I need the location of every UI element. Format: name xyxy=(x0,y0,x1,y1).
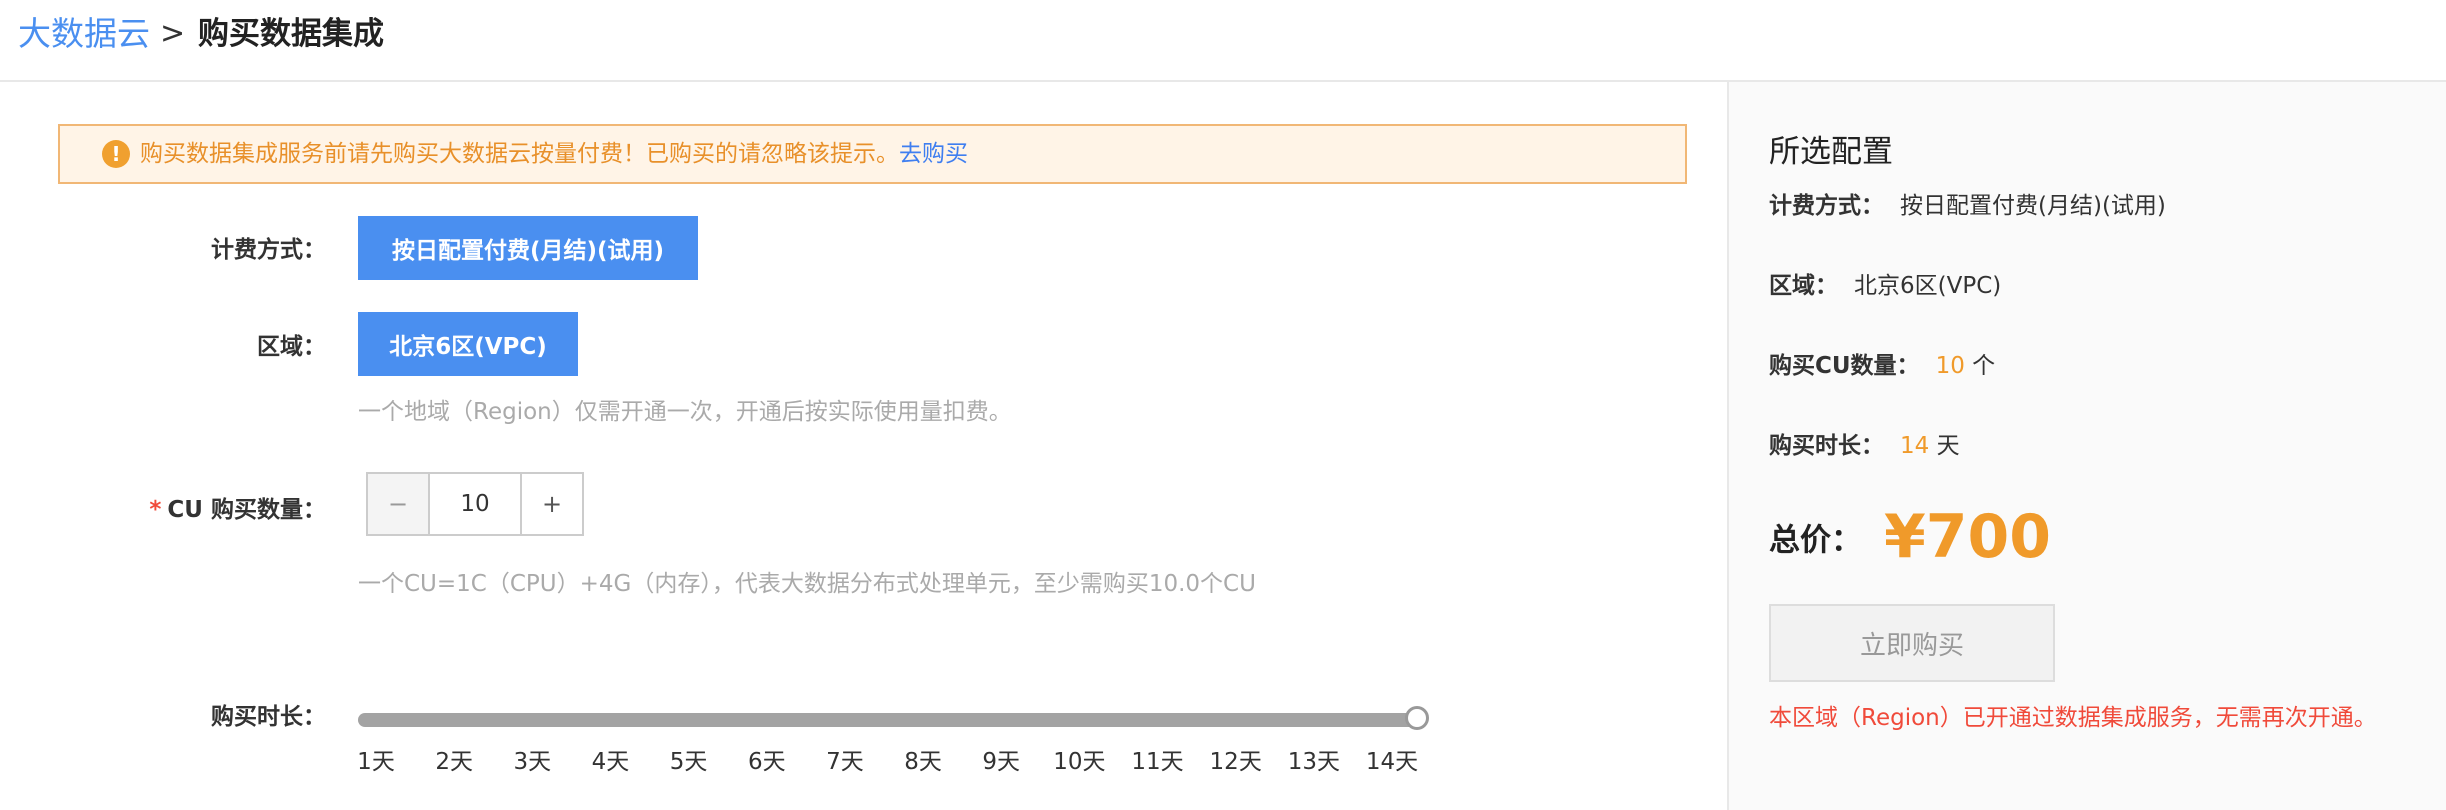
duration-tick-label[interactable]: 12天 xyxy=(1210,742,1262,776)
cu-label-text: CU 购买数量： xyxy=(167,497,326,523)
region-option-button[interactable]: 北京6区(VPC) xyxy=(358,312,578,376)
cu-hint: 一个CU=1C（CPU）+4G（内存），代表大数据分布式处理单元，至少需购买10… xyxy=(358,571,1256,597)
duration-tick-label[interactable]: 9天 xyxy=(982,742,1020,776)
top-header: 大数据云 > 购买数据集成 xyxy=(0,0,2446,82)
cu-quantity-stepper: − + xyxy=(366,472,584,536)
duration-label: 购买时长： xyxy=(211,704,326,730)
summary-region-key: 区域： xyxy=(1769,273,1838,299)
total-price-row: 总价： ¥700 xyxy=(1769,502,2051,572)
summary-duration-row: 购买时长： 14 天 xyxy=(1769,426,1960,460)
duration-tick-label[interactable]: 10天 xyxy=(1053,742,1105,776)
summary-duration-key: 购买时长： xyxy=(1769,433,1884,459)
go-buy-link[interactable]: 去购买 xyxy=(899,141,968,167)
region-enabled-note: 本区域（Region）已开通过数据集成服务，无需再次开通。 xyxy=(1769,705,2377,731)
required-mark: * xyxy=(149,497,162,523)
warning-alert: ! 购买数据集成服务前请先购买大数据云按量付费！已购买的请忽略该提示。去购买 xyxy=(58,124,1687,184)
summary-cu-unit: 个 xyxy=(1972,353,1996,379)
summary-duration-unit: 天 xyxy=(1936,433,1960,459)
duration-tick-label[interactable]: 2天 xyxy=(435,742,473,776)
summary-billing-row: 计费方式： 按日配置付费(月结)(试用) xyxy=(1769,186,2166,220)
decrement-button[interactable]: − xyxy=(368,474,430,534)
summary-cu-value: 10 xyxy=(1935,353,1965,379)
increment-button[interactable]: + xyxy=(520,474,582,534)
duration-tick-label[interactable]: 11天 xyxy=(1131,742,1183,776)
billing-option-button[interactable]: 按日配置付费(月结)(试用) xyxy=(358,216,698,280)
region-hint: 一个地域（Region）仅需开通一次，开通后按实际使用量扣费。 xyxy=(358,399,1012,425)
total-label: 总价： xyxy=(1769,522,1862,559)
duration-slider-handle[interactable] xyxy=(1405,706,1429,730)
duration-tick-label[interactable]: 7天 xyxy=(826,742,864,776)
region-label: 区域： xyxy=(257,334,326,360)
alert-message: 购买数据集成服务前请先购买大数据云按量付费！已购买的请忽略该提示。 xyxy=(140,141,899,167)
breadcrumb-home-link[interactable]: 大数据云 xyxy=(18,12,150,56)
summary-billing-value: 按日配置付费(月结)(试用) xyxy=(1900,193,2166,219)
summary-title: 所选配置 xyxy=(1769,134,1893,170)
duration-tick-label[interactable]: 14天 xyxy=(1366,742,1418,776)
chevron-right-icon: > xyxy=(160,16,186,51)
summary-panel: 所选配置 计费方式： 按日配置付费(月结)(试用) 区域： 北京6区(VPC) 购买… xyxy=(1727,82,2446,810)
summary-billing-key: 计费方式： xyxy=(1769,193,1884,219)
billing-label: 计费方式： xyxy=(211,237,326,263)
summary-cu-row: 购买CU数量： 10 个 xyxy=(1769,346,1995,380)
alert-text: 购买数据集成服务前请先购买大数据云按量付费！已购买的请忽略该提示。去购买 xyxy=(140,138,968,170)
exclamation-circle-icon: ! xyxy=(102,140,130,168)
duration-tick-label[interactable]: 4天 xyxy=(592,742,630,776)
duration-tick-label[interactable]: 3天 xyxy=(513,742,551,776)
total-price: ¥700 xyxy=(1884,502,2051,572)
duration-tick-label[interactable]: 13天 xyxy=(1288,742,1340,776)
summary-region-value: 北京6区(VPC) xyxy=(1854,273,2002,299)
cu-quantity-label: * CU 购买数量： xyxy=(0,490,326,524)
page-title: 购买数据集成 xyxy=(198,16,384,52)
cu-quantity-input[interactable] xyxy=(430,474,520,534)
summary-region-row: 区域： 北京6区(VPC) xyxy=(1769,266,2001,300)
duration-tick-label[interactable]: 1天 xyxy=(357,742,395,776)
summary-cu-key: 购买CU数量： xyxy=(1769,353,1920,379)
duration-tick-label[interactable]: 8天 xyxy=(904,742,942,776)
duration-tick-label[interactable]: 5天 xyxy=(670,742,708,776)
duration-tick-label[interactable]: 6天 xyxy=(748,742,786,776)
summary-duration-value: 14 xyxy=(1900,433,1930,459)
buy-now-button[interactable]: 立即购买 xyxy=(1769,604,2055,682)
duration-slider-track[interactable] xyxy=(358,713,1418,727)
